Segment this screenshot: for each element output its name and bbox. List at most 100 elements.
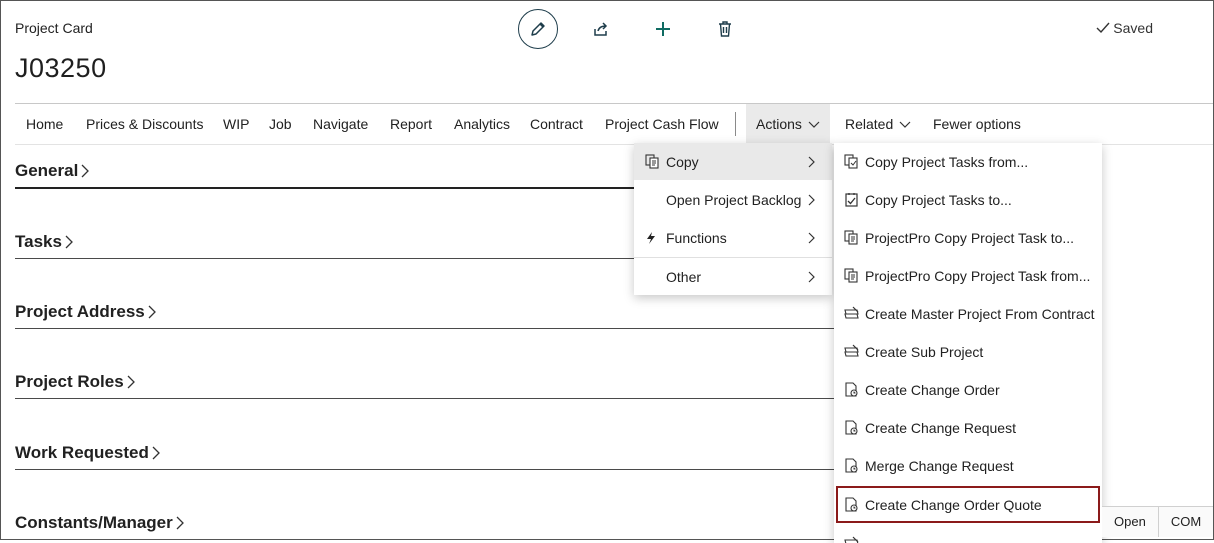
chevron-right-icon bbox=[81, 164, 90, 178]
menu-item-projectpro-copy-task-to[interactable]: ProjectPro Copy Project Task to... bbox=[834, 219, 1102, 256]
menu-item-open-project-backlog[interactable]: Open Project Backlog bbox=[634, 181, 832, 218]
tab-wip[interactable]: WIP bbox=[223, 104, 249, 144]
delete-icon bbox=[719, 21, 731, 37]
section-divider bbox=[15, 187, 635, 189]
section-label: Project Roles bbox=[15, 372, 124, 391]
tab-actions[interactable]: Actions bbox=[746, 104, 830, 144]
tab-prices-discounts[interactable]: Prices & Discounts bbox=[86, 104, 203, 144]
chevron-right-icon bbox=[808, 232, 816, 244]
section-divider bbox=[15, 258, 635, 259]
chevron-right-icon bbox=[176, 516, 184, 530]
section-title: Project Address bbox=[15, 302, 156, 322]
section-label: Tasks bbox=[15, 232, 62, 251]
section-title: Work Requested bbox=[15, 443, 160, 463]
menu-item-copy-project-tasks-to[interactable]: Copy Project Tasks to... bbox=[834, 181, 1102, 218]
bottom-tabs: Open COM bbox=[1102, 506, 1214, 537]
menu-item-partially-visible[interactable] bbox=[834, 525, 1102, 543]
section-divider bbox=[15, 469, 835, 470]
tab-report[interactable]: Report bbox=[390, 104, 432, 144]
tab-project-cash-flow[interactable]: Project Cash Flow bbox=[605, 104, 719, 144]
section-title: General bbox=[15, 161, 90, 181]
actions-menu: Copy Open Project Backlog Functions Othe… bbox=[634, 143, 832, 295]
menu-item-label: ProjectPro Copy Project Task from... bbox=[865, 267, 1091, 284]
chevron-right-icon bbox=[808, 271, 816, 283]
document-icon bbox=[844, 497, 860, 512]
chevron-down-icon bbox=[899, 121, 911, 129]
tab-related[interactable]: Related bbox=[845, 104, 911, 144]
section-divider bbox=[15, 328, 835, 329]
create-project-icon bbox=[844, 306, 860, 321]
page-caption: Project Card bbox=[15, 20, 93, 36]
tab-analytics[interactable]: Analytics bbox=[454, 104, 510, 144]
copy-icon bbox=[844, 268, 860, 283]
create-project-icon bbox=[844, 344, 860, 359]
new-button[interactable] bbox=[644, 10, 682, 48]
section-title: Project Roles bbox=[15, 372, 135, 392]
tab-com[interactable]: COM bbox=[1157, 507, 1214, 537]
section-label: Project Address bbox=[15, 302, 145, 321]
share-icon bbox=[594, 22, 608, 36]
menu-item-label: Copy Project Tasks from... bbox=[865, 153, 1029, 170]
menu-item-copy-project-tasks-from[interactable]: Copy Project Tasks from... bbox=[834, 143, 1102, 180]
menu-item-projectpro-copy-task-from[interactable]: ProjectPro Copy Project Task from... bbox=[834, 257, 1102, 294]
tab-contract[interactable]: Contract bbox=[530, 104, 583, 144]
menu-item-create-change-order-quote[interactable]: Create Change Order Quote bbox=[836, 486, 1100, 523]
chevron-right-icon bbox=[127, 375, 135, 389]
menu-item-label: Create Master Project From Contract bbox=[865, 305, 1095, 322]
menu-item-label: Other bbox=[666, 268, 702, 285]
chevron-right-icon bbox=[65, 235, 73, 249]
menu-item-label: Create Change Request bbox=[865, 419, 1016, 436]
document-icon bbox=[844, 420, 860, 435]
copy-from-icon bbox=[844, 154, 860, 169]
chevron-right-icon bbox=[808, 156, 816, 168]
actions-label: Actions bbox=[756, 116, 802, 132]
lightning-icon bbox=[645, 231, 661, 245]
document-icon bbox=[844, 458, 860, 473]
actionbar-separator bbox=[735, 112, 736, 136]
checkmark-icon bbox=[1096, 22, 1110, 34]
menu-item-other[interactable]: Other bbox=[634, 258, 832, 295]
action-bar: Home Prices & Discounts WIP Job Navigate… bbox=[15, 103, 1213, 145]
menu-item-create-change-order[interactable]: Create Change Order bbox=[834, 371, 1102, 408]
delete-button[interactable] bbox=[706, 10, 744, 48]
menu-item-label: Merge Change Request bbox=[865, 457, 1014, 474]
section-label: Work Requested bbox=[15, 443, 149, 462]
menu-item-create-master-project[interactable]: Create Master Project From Contract bbox=[834, 295, 1102, 332]
section-title: Constants/Manager bbox=[15, 513, 184, 533]
related-label: Related bbox=[845, 116, 894, 132]
edit-icon bbox=[531, 22, 545, 36]
menu-item-functions[interactable]: Functions bbox=[634, 219, 832, 256]
tab-open[interactable]: Open bbox=[1102, 507, 1158, 537]
chevron-right-icon bbox=[152, 446, 160, 460]
tab-home[interactable]: Home bbox=[26, 104, 63, 144]
saved-label: Saved bbox=[1113, 20, 1153, 36]
copy-submenu: Copy Project Tasks from... Copy Project … bbox=[834, 143, 1102, 543]
menu-item-label: Create Sub Project bbox=[865, 343, 984, 360]
menu-item-merge-change-request[interactable]: Merge Change Request bbox=[834, 447, 1102, 484]
menu-item-label: Functions bbox=[666, 229, 727, 246]
menu-item-copy[interactable]: Copy bbox=[634, 143, 832, 180]
menu-item-label: Open Project Backlog bbox=[666, 191, 802, 208]
add-icon bbox=[656, 22, 670, 36]
fewer-options-button[interactable]: Fewer options bbox=[933, 104, 1021, 144]
edit-button[interactable] bbox=[518, 9, 558, 49]
menu-item-label: Create Change Order Quote bbox=[865, 496, 1042, 513]
saved-status: Saved bbox=[1096, 20, 1153, 36]
share-button[interactable] bbox=[582, 10, 620, 48]
menu-item-label: Create Change Order bbox=[865, 381, 1000, 398]
chevron-right-icon bbox=[808, 194, 816, 206]
section-title: Tasks bbox=[15, 232, 73, 252]
menu-item-create-sub-project[interactable]: Create Sub Project bbox=[834, 333, 1102, 370]
tab-job[interactable]: Job bbox=[269, 104, 292, 144]
chevron-right-icon bbox=[148, 305, 156, 319]
tab-navigate[interactable]: Navigate bbox=[313, 104, 368, 144]
copy-icon bbox=[844, 230, 860, 245]
record-toolbar bbox=[518, 9, 768, 49]
menu-item-label: Copy Project Tasks to... bbox=[865, 191, 1012, 208]
document-icon bbox=[844, 382, 860, 397]
chevron-down-icon bbox=[808, 121, 820, 129]
menu-item-create-change-request[interactable]: Create Change Request bbox=[834, 409, 1102, 446]
menu-item-label: Copy bbox=[666, 153, 699, 170]
section-label: General bbox=[15, 161, 79, 180]
copy-to-icon bbox=[844, 192, 860, 207]
